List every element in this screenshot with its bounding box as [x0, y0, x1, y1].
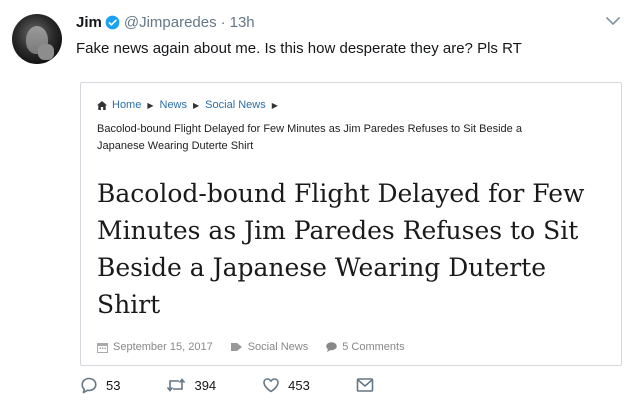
breadcrumb-home[interactable]: Home — [112, 99, 141, 111]
article-comments-text: 5 Comments — [342, 341, 405, 353]
retweet-button[interactable]: 394 — [166, 376, 216, 394]
reply-icon — [81, 377, 97, 394]
tweet-text: Fake news again about me. Is this how de… — [76, 40, 522, 57]
comment-icon — [326, 342, 338, 352]
separator: · — [220, 14, 226, 31]
verified-icon — [105, 15, 120, 30]
breadcrumb-separator-icon: ▶ — [193, 100, 200, 110]
article-comments[interactable]: 5 Comments — [326, 341, 405, 353]
author-handle[interactable]: @Jimparedes — [124, 14, 217, 31]
heart-icon — [263, 378, 279, 393]
avatar-hand — [38, 44, 54, 60]
breadcrumb: Home ▶ News ▶ Social News ▶ — [97, 99, 284, 111]
tweet: Jim @Jimparedes · 13h Fake news again ab… — [0, 0, 640, 404]
article-date-text: September 15, 2017 — [113, 341, 213, 353]
reply-button[interactable]: 53 — [80, 376, 120, 394]
author-name[interactable]: Jim — [76, 14, 102, 31]
article-meta: September 15, 2017 Social News 5 Comment… — [97, 341, 423, 353]
like-count: 453 — [288, 377, 310, 393]
chevron-down-icon[interactable] — [606, 16, 620, 26]
retweet-icon — [167, 378, 186, 392]
breadcrumb-social-news[interactable]: Social News — [205, 99, 266, 111]
timestamp[interactable]: 13h — [230, 14, 255, 31]
home-icon — [97, 100, 107, 110]
avatar[interactable] — [12, 14, 62, 64]
breadcrumb-news[interactable]: News — [160, 99, 188, 111]
breadcrumb-separator-icon: ▶ — [271, 100, 278, 110]
tweet-actions: 53 394 453 — [80, 376, 428, 394]
breadcrumb-separator-icon: ▶ — [147, 100, 154, 110]
retweet-count: 394 — [194, 377, 217, 393]
reply-count: 53 — [106, 377, 121, 393]
direct-message-button[interactable] — [356, 377, 382, 393]
envelope-icon — [356, 378, 374, 392]
tag-icon — [230, 343, 242, 351]
article-category[interactable]: Social News — [230, 341, 309, 353]
like-button[interactable]: 453 — [262, 376, 310, 394]
article-headline[interactable]: Bacolod-bound Flight Delayed for Few Min… — [97, 175, 617, 323]
article-date: September 15, 2017 — [97, 341, 213, 353]
tweet-header: Jim @Jimparedes · 13h — [76, 14, 255, 31]
breadcrumb-current: Bacolod-bound Flight Delayed for Few Min… — [97, 123, 522, 152]
article-category-text: Social News — [247, 341, 309, 353]
article-card[interactable]: Home ▶ News ▶ Social News ▶ Bacolod-boun… — [80, 82, 622, 366]
calendar-icon — [97, 342, 108, 353]
